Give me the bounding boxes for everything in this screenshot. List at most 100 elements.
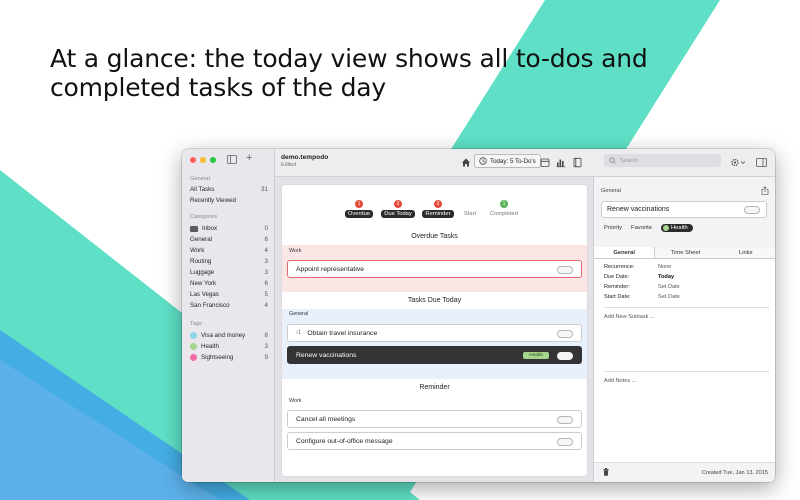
today-button[interactable]: Today: 5 To-Do's [474, 154, 541, 168]
add-icon[interactable]: + [246, 152, 252, 164]
task-title: Cancel all meetings [296, 415, 356, 423]
zoom-window-button[interactable] [210, 157, 216, 163]
general-tab-content: Recurrence: None Due Date: Today Reminde… [594, 259, 775, 462]
mail-icon [190, 225, 198, 232]
window-controls [190, 157, 216, 163]
task-title-field[interactable]: Renew vaccinations [601, 201, 767, 218]
recurrence-field[interactable]: Recurrence: None [604, 264, 671, 270]
tag-color-dot [190, 343, 197, 350]
count-badge: 2 [434, 200, 442, 208]
sidebar-item-work[interactable]: Work 4 [190, 245, 268, 256]
notes-field[interactable]: Add Notes ... [604, 378, 636, 384]
filter-due-today[interactable]: 2 Due Today [378, 200, 418, 218]
close-window-button[interactable] [190, 157, 196, 163]
sidebar-tag-sightseeing[interactable]: Sightseeing 9 [190, 352, 268, 363]
sidebar-item-all-tasks[interactable]: All Tasks 31 [190, 184, 268, 195]
detail-tabs: General Time Sheet Links [594, 247, 775, 259]
task-title: Obtain travel insurance [307, 329, 378, 337]
complete-toggle[interactable] [557, 266, 573, 274]
divider [604, 307, 769, 308]
complete-toggle[interactable] [744, 206, 760, 214]
favorite-button[interactable]: Favorite [631, 225, 652, 231]
sidebar: + General All Tasks 31 Recently Viewed C… [182, 149, 275, 482]
filter-bar: 1 Overdue 2 Due Today 2 Reminder Start 1 [282, 200, 587, 222]
count-badge: 2 [394, 200, 402, 208]
sidebar-item-routing[interactable]: Routing 3 [190, 256, 268, 267]
sidebar-item-general[interactable]: General 6 [190, 234, 268, 245]
task-options: Priority Favorite Health [604, 224, 693, 232]
task-row[interactable]: ›1 Obtain travel insurance [287, 324, 582, 342]
search-field[interactable]: Search [604, 154, 721, 167]
count-badge: 1 [355, 200, 363, 208]
priority-button[interactable]: Priority [604, 225, 622, 231]
calendar-icon[interactable] [540, 157, 550, 168]
home-icon[interactable] [461, 157, 471, 168]
sidebar-item-recently-viewed[interactable]: Recently Viewed [190, 195, 268, 206]
start-date-field[interactable]: Start Date: Set Date [604, 294, 680, 300]
sidebar-tag-visa-and-money[interactable]: Visa and money 8 [190, 330, 268, 341]
count-badge: 1 [500, 200, 508, 208]
tab-general[interactable]: General [594, 247, 656, 258]
gear-menu-icon[interactable] [730, 157, 746, 168]
task-row[interactable]: Cancel all meetings [287, 410, 582, 428]
sidebar-tag-health[interactable]: Health 3 [190, 341, 268, 352]
sidebar-item-new-york[interactable]: New York 6 [190, 278, 268, 289]
complete-toggle[interactable] [557, 330, 573, 338]
tag-badge: Health [523, 352, 549, 359]
tag-color-dot [190, 332, 197, 339]
document-title: demo.tempodo [281, 154, 329, 161]
expand-subtasks-icon[interactable]: ›1 [296, 330, 301, 336]
inspector-toggle-icon[interactable] [756, 157, 767, 168]
sidebar-item-san-francisco[interactable]: San Francisco 4 [190, 300, 268, 311]
filter-overdue[interactable]: 1 Overdue [339, 200, 379, 218]
task-title: Configure out-of-office message [296, 437, 393, 445]
trash-icon[interactable] [603, 468, 609, 476]
group-band-due-today [282, 309, 587, 379]
detail-footer: Created Tue, Jan 13, 2015 [594, 462, 775, 482]
complete-toggle[interactable] [557, 416, 573, 424]
tab-time-sheet[interactable]: Time Sheet [655, 247, 715, 258]
sidebar-item-inbox[interactable]: Inbox 0 [190, 223, 268, 234]
due-date-field[interactable]: Due Date: Today [604, 274, 674, 280]
tag-color-dot [190, 354, 197, 361]
task-row-selected[interactable]: Renew vaccinations Health [287, 346, 582, 364]
reminder-field[interactable]: Reminder: Set Date [604, 284, 680, 290]
task-title: Renew vaccinations [296, 351, 357, 359]
chart-icon[interactable] [556, 157, 566, 168]
task-row[interactable]: Configure out-of-office message [287, 432, 582, 450]
toolbar: demo.tempodo Edited Today: 5 To-Do's Sea… [275, 149, 775, 177]
group-label: Work [289, 398, 302, 404]
complete-toggle[interactable] [557, 352, 573, 360]
search-placeholder: Search [620, 157, 639, 164]
sidebar-section-general: General [190, 176, 210, 182]
sidebar-item-las-vegas[interactable]: Las Vegas 5 [190, 289, 268, 300]
tab-links[interactable]: Links [716, 247, 775, 258]
minimize-window-button[interactable] [200, 157, 206, 163]
health-tag-pill[interactable]: Health [661, 224, 693, 232]
add-subtask-button[interactable]: Add New Subtask ... [604, 314, 655, 320]
filter-completed[interactable]: 1 Completed [484, 200, 524, 218]
sidebar-section-tags: Tags [190, 321, 202, 327]
created-date: Created Tue, Jan 13, 2015 [701, 470, 768, 476]
detail-category: General [601, 188, 621, 194]
document-status: Edited [281, 162, 297, 168]
search-icon [609, 157, 616, 164]
sidebar-toggle-icon[interactable] [227, 155, 237, 164]
section-title-overdue: Overdue Tasks [411, 233, 458, 240]
today-view: 1 Overdue 2 Due Today 2 Reminder Start 1 [275, 177, 593, 482]
divider [604, 371, 769, 372]
sidebar-item-luggage[interactable]: Luggage 3 [190, 267, 268, 278]
complete-toggle[interactable] [557, 438, 573, 446]
detail-panel: General Renew vaccinations Priority Favo… [593, 177, 775, 482]
headline: At a glance: the today view shows all to… [50, 44, 750, 102]
clock-icon [479, 157, 487, 165]
notebook-icon[interactable] [573, 157, 582, 168]
group-label: General [289, 311, 309, 317]
today-card: 1 Overdue 2 Due Today 2 Reminder Start 1 [282, 185, 587, 476]
section-title-due-today: Tasks Due Today [407, 297, 462, 304]
share-icon[interactable] [761, 186, 769, 195]
task-title: Appoint representative [296, 265, 365, 273]
headline-line-1: At a glance: the today view shows all to… [50, 44, 648, 73]
group-label: Work [289, 248, 302, 254]
task-row[interactable]: Appoint representative [287, 260, 582, 278]
